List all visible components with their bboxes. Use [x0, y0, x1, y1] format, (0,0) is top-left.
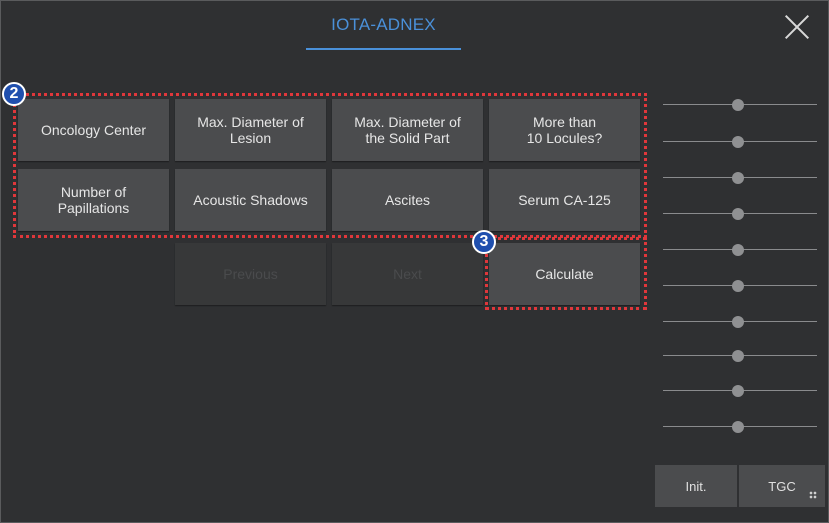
tgc-button[interactable]: TGC	[739, 465, 825, 507]
title-underline	[306, 48, 461, 50]
next-button[interactable]: Next	[332, 243, 483, 305]
tgc-slider-knob[interactable]	[732, 244, 744, 256]
tgc-slider-knob[interactable]	[732, 280, 744, 292]
iota-adnex-dialog: IOTA-ADNEX Oncology Center Max. Diameter…	[0, 0, 829, 523]
init-button[interactable]: Init.	[655, 465, 737, 507]
close-icon[interactable]	[783, 13, 811, 41]
tgc-slider-knob[interactable]	[732, 385, 744, 397]
tgc-slider-knob[interactable]	[732, 172, 744, 184]
tgc-slider-knob[interactable]	[732, 99, 744, 111]
step-badge-2: 2	[2, 82, 26, 106]
tgc-slider-knob[interactable]	[732, 350, 744, 362]
previous-button[interactable]: Previous	[175, 243, 326, 305]
tgc-slider-knob[interactable]	[732, 208, 744, 220]
tgc-slider-knob[interactable]	[732, 136, 744, 148]
step-badge-3: 3	[472, 230, 496, 254]
tgc-slider-knob[interactable]	[732, 316, 744, 328]
tgc-slider-knob[interactable]	[732, 421, 744, 433]
calculate-highlight	[485, 237, 647, 310]
dialog-title[interactable]: IOTA-ADNEX	[291, 15, 476, 35]
grip-icon	[809, 491, 817, 499]
parameters-highlight	[13, 93, 647, 238]
